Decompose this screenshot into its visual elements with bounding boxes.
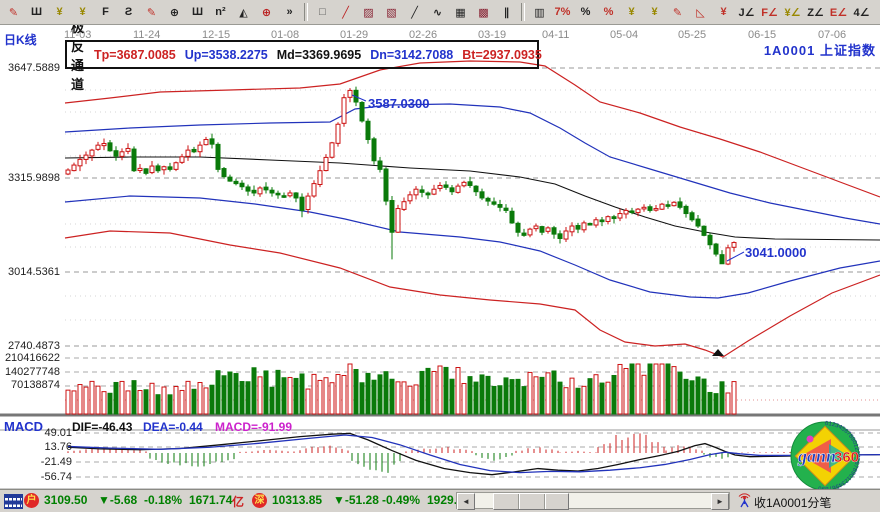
f-comb-icon[interactable]: F <box>94 1 117 23</box>
crosshair-icon[interactable]: ⊕ <box>255 1 278 23</box>
symbol-name: 上证指数 <box>820 43 876 58</box>
channel-value-label: Up=3538.2275 <box>185 48 268 62</box>
angle-e-icon[interactable]: E∠ <box>827 1 850 23</box>
macd-tick-label: 13.76 <box>0 441 72 453</box>
gold-comb2-icon[interactable]: ¥ <box>71 1 94 23</box>
brush-icon[interactable]: ✎ <box>2 1 25 23</box>
brush3-icon[interactable]: ✎ <box>666 1 689 23</box>
shanghai-badge-icon[interactable]: 户 <box>24 493 39 508</box>
scroll-right-button[interactable]: ► <box>711 493 729 510</box>
volume-tick-label: 210416622 <box>0 352 60 364</box>
toolbar-group-gann: ▥7%%%¥¥✎◺¥J∠F∠¥∠Z∠E∠4∠ <box>528 0 873 24</box>
gold-circle-icon[interactable]: ¥ <box>620 1 643 23</box>
toolbar-separator <box>521 3 525 21</box>
horizontal-scrollbar[interactable]: ◄ ► <box>456 492 730 509</box>
kline-period-label[interactable]: 日K线 <box>4 31 37 48</box>
scrollbar-thumb[interactable] <box>493 493 569 510</box>
sh-index-pct: -0.18% <box>144 493 182 507</box>
logo-magenta-dot <box>807 436 814 443</box>
gold-comb-icon[interactable]: ¥ <box>48 1 71 23</box>
flag-icon[interactable]: ◭ <box>232 1 255 23</box>
angle-gold-icon[interactable]: ¥∠ <box>781 1 804 23</box>
macd-panel-label[interactable]: MACD <box>4 419 43 434</box>
sh-index-change: ▼-5.68 <box>98 493 137 507</box>
channel-value-label: Bt=2937.0935 <box>462 48 542 62</box>
symbol-title: 1A0001 上证指数 <box>764 40 876 59</box>
logo-gann-text: gann <box>797 446 836 466</box>
toolbar-separator <box>304 3 308 21</box>
sh-index-amount: 1671.74 <box>189 493 232 507</box>
price-tick-label: 3014.5361 <box>0 266 60 278</box>
angle-f-icon[interactable]: F∠ <box>758 1 781 23</box>
logo-360-text: 360 <box>834 449 859 466</box>
scroll-left-button[interactable]: ◄ <box>457 493 475 510</box>
rect-tool-icon[interactable]: □ <box>311 1 334 23</box>
ray-tool-icon[interactable]: ╱ <box>403 1 426 23</box>
channel-value-label: Dn=3142.7088 <box>370 48 453 62</box>
channel-value-label: Md=3369.9695 <box>277 48 361 62</box>
grid-tool-icon[interactable]: ▦ <box>449 1 472 23</box>
macd-hist-value: MACD=-91.99 <box>215 420 292 434</box>
feed-status-label[interactable]: 收1A0001分笔 <box>754 494 831 511</box>
angle-4-icon[interactable]: 4∠ <box>850 1 873 23</box>
fan-box-icon[interactable]: ▧ <box>380 1 403 23</box>
overflow-chevron-icon[interactable]: » <box>278 1 301 23</box>
volume-bars-icon[interactable]: ▥ <box>528 1 551 23</box>
sz-index-price: 10313.85 <box>272 493 322 507</box>
grid-comb-icon[interactable]: Ш <box>25 1 48 23</box>
n2-comb-icon[interactable]: n² <box>209 1 232 23</box>
volume-tick-label: 70138874 <box>0 379 60 391</box>
price-tick-label: 2740.4873 <box>0 340 60 352</box>
data-feed-antenna-icon <box>737 492 752 512</box>
macd-tick-label: -56.74 <box>0 471 72 483</box>
sh-amount-unit: 亿 <box>232 493 244 510</box>
price-tick-label: 3315.9898 <box>0 172 60 184</box>
toolbar-group-drawing: □╱▨▧╱∿▦▩∥ <box>311 0 518 24</box>
s-comb-icon[interactable]: Ƨ <box>117 1 140 23</box>
macd-dif-value: DIF=-46.43 <box>72 420 132 434</box>
date-tick-label: 04-11 <box>542 29 569 41</box>
channel-value-label: Tp=3687.0085 <box>94 48 176 62</box>
triangle-tool-icon[interactable]: ◺ <box>689 1 712 23</box>
shenzhen-badge-icon[interactable]: 深 <box>252 493 267 508</box>
grid-tool2-icon[interactable]: ▩ <box>472 1 495 23</box>
wave-tool-icon[interactable]: ∿ <box>426 1 449 23</box>
brush2-icon[interactable]: ✎ <box>140 1 163 23</box>
symbol-code: 1A0001 <box>764 43 816 58</box>
channel-info-box: 极反通道 Tp=3687.0085Up=3538.2275Md=3369.969… <box>65 40 539 69</box>
volume-tick-label: 140277748 <box>0 366 60 378</box>
shaded-box-icon[interactable]: ▨ <box>357 1 380 23</box>
gold-line-icon[interactable]: ¥ <box>643 1 666 23</box>
sz-index-pct: -0.49% <box>382 493 420 507</box>
percent-icon[interactable]: % <box>574 1 597 23</box>
comb-icon[interactable]: Ш <box>186 1 209 23</box>
macd-dea-value: DEA=-0.44 <box>143 420 203 434</box>
peak-price-annotation: 3587.0300 <box>368 96 429 111</box>
kline-window: ✎Ш¥¥FƧ✎⊕Шn²◭⊕» □╱▨▧╱∿▦▩∥ ▥7%%%¥¥✎◺¥J∠F∠¥… <box>0 0 880 512</box>
sh-index-price: 3109.50 <box>44 493 87 507</box>
parallel-lines-icon[interactable]: ∥ <box>495 1 518 23</box>
toolbar-group-indicators: ✎Ш¥¥FƧ✎⊕Шn²◭⊕» <box>2 0 301 24</box>
angle-z-icon[interactable]: Z∠ <box>804 1 827 23</box>
gann-fan-icon[interactable]: ╱ <box>334 1 357 23</box>
gann360-logo: 0123456789012345678901234567890 gann 360 <box>789 420 861 492</box>
macd-tick-label: -21.49 <box>0 456 72 468</box>
market-grid-icon[interactable] <box>4 494 23 509</box>
date-tick-label: 05-25 <box>678 29 706 41</box>
channel-title: 极反通道 <box>71 17 84 93</box>
circle-comb-icon[interactable]: ⊕ <box>163 1 186 23</box>
seven-percent-icon[interactable]: 7% <box>551 1 574 23</box>
price-tick-label: 3647.5889 <box>0 62 60 74</box>
toolbar: ✎Ш¥¥FƧ✎⊕Шn²◭⊕» □╱▨▧╱∿▦▩∥ ▥7%%%¥¥✎◺¥J∠F∠¥… <box>0 0 880 25</box>
sz-index-change: ▼-51.28 <box>333 493 379 507</box>
gold-box-icon[interactable]: ¥ <box>712 1 735 23</box>
status-bar: 户 3109.50 ▼-5.68 -0.18% 1671.74 亿 深 1031… <box>0 489 880 512</box>
low-price-annotation: 3041.0000 <box>745 245 806 260</box>
angle-j-icon[interactable]: J∠ <box>735 1 758 23</box>
percent-line-icon[interactable]: % <box>597 1 620 23</box>
date-tick-label: 05-04 <box>610 29 638 41</box>
